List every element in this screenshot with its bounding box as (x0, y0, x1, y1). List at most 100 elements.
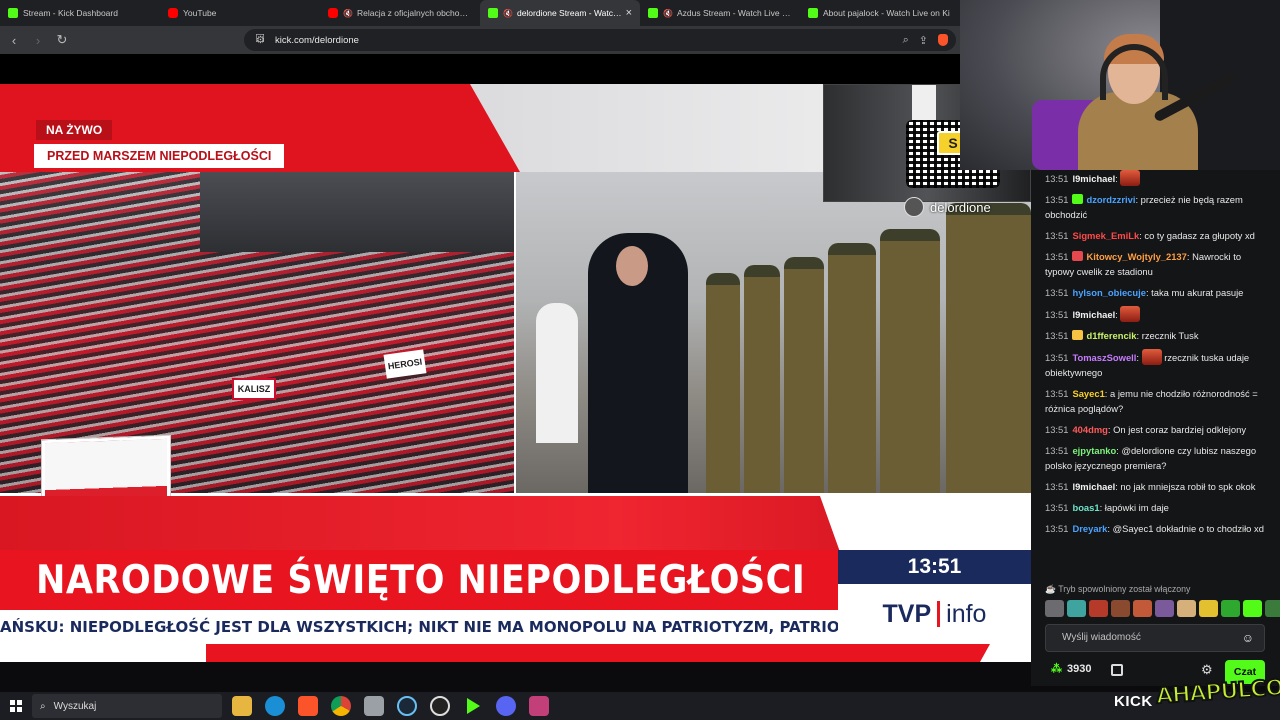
person-white-coat (536, 303, 578, 443)
channel-points[interactable]: ⁂ 3930 (1051, 662, 1091, 676)
chat-emote-icon (1120, 306, 1141, 322)
bookmark-icon[interactable]: ☐ (250, 32, 270, 45)
chat-username[interactable]: Sigmek_EmiLk (1072, 230, 1139, 241)
emote-icon[interactable] (1221, 600, 1240, 617)
muted-speaker-icon[interactable]: 🔇 (503, 9, 513, 18)
forward-arrow-icon[interactable]: › (28, 33, 48, 48)
chat-username[interactable]: Kitowcy_Wojtyly_2137 (1086, 251, 1186, 262)
tab-title: Azdus Stream - Watch Live on Ki (676, 8, 792, 18)
emote-icon[interactable] (1155, 600, 1174, 617)
chat-username[interactable]: hylson_obiecuje (1072, 287, 1145, 298)
chat-message: 13:51 Kitowcy_Wojtyly_2137: Nawrocki to t… (1045, 249, 1270, 279)
chat-username[interactable]: l9michael (1072, 173, 1115, 184)
chat-message: 13:51 l9michael: (1045, 170, 1270, 186)
kick-studio-icon[interactable] (467, 698, 480, 714)
tab-title: Relacja z oficjalnych obchodów N (356, 8, 472, 18)
reload-icon[interactable]: ↻ (52, 32, 72, 48)
chat-username[interactable]: Dreyark (1072, 523, 1107, 534)
tab-azdus[interactable]: 🔇 Azdus Stream - Watch Live on Ki (640, 0, 800, 26)
chat-message: 13:51 l9michael: no jak mniejsza robił to… (1045, 479, 1270, 494)
chrome-icon[interactable] (331, 696, 351, 716)
taskbar-search[interactable]: ⌕ Wyszukaj (32, 694, 222, 718)
chat-username[interactable]: ejpytanko (1072, 445, 1116, 456)
brave-shield-icon[interactable] (938, 33, 948, 46)
chat-message: 13:51 Sayec1: a jemu nie chodziło różnoro… (1045, 386, 1270, 416)
tab-youtube[interactable]: YouTube (160, 0, 320, 26)
message-timestamp: 13:51 (1045, 194, 1069, 205)
info-icon: ☕ (1045, 584, 1059, 594)
shopping-bag-icon (904, 197, 924, 217)
chat-settings-gear-icon[interactable]: ⚙ (1201, 662, 1213, 678)
discord-icon[interactable] (496, 696, 516, 716)
chat-username[interactable]: dzordzzrivi (1086, 194, 1135, 205)
chat-message: 13:51 404dmg: On jest coraz bardziej odkl… (1045, 422, 1270, 437)
zoom-icon[interactable]: ⌕ (903, 34, 909, 47)
emote-icon[interactable] (1243, 600, 1262, 617)
chat-username[interactable]: 404dmg (1072, 424, 1107, 435)
message-timestamp: 13:51 (1045, 352, 1069, 363)
emote-icon[interactable] (1177, 600, 1196, 617)
brave-icon[interactable] (298, 696, 318, 716)
app-icon[interactable] (529, 696, 549, 716)
kick-favicon-icon (808, 8, 818, 18)
message-timestamp: 13:51 (1045, 388, 1069, 399)
message-timestamp: 13:51 (1045, 502, 1069, 513)
logo-left-text: TVP (882, 599, 932, 628)
chat-username[interactable]: Sayec1 (1072, 388, 1104, 399)
windows-start-icon[interactable] (10, 700, 22, 712)
chat-message-input[interactable]: Wyślij wiadomość ☺ (1045, 624, 1265, 652)
tab-delordione[interactable]: 🔇 delordione Stream - Watch L × (480, 0, 640, 26)
separator: : (1136, 352, 1142, 363)
chat-message: 13:51 hylson_obiecuje: taka mu akurat pas… (1045, 285, 1270, 300)
headline-bar: NARODOWE ŚWIĘTO NIEPODLEGŁOŚCI (0, 550, 838, 610)
youtube-favicon-icon (168, 8, 178, 18)
url-text[interactable]: kick.com/delordione (275, 35, 359, 46)
tab-kick-dashboard[interactable]: Stream - Kick Dashboard (0, 0, 160, 26)
emote-icon[interactable] (1067, 600, 1086, 617)
emoji-picker-icon[interactable]: ☺ (1242, 625, 1254, 651)
graphic-red-strip (0, 496, 840, 552)
emote-icon[interactable] (1089, 600, 1108, 617)
chat-username[interactable]: l9michael (1072, 481, 1115, 492)
chat-message-list[interactable]: 13:51 l9michael: 13:51 dzordzzrivi: przeci… (1031, 170, 1280, 578)
store-icon[interactable] (1111, 664, 1123, 676)
crowd-banner: HEROSI (383, 349, 427, 379)
app-icon[interactable] (364, 696, 384, 716)
tab-title: About pajalock - Watch Live on Ki (823, 8, 950, 18)
slow-mode-text: Tryb spowolniony został włączony (1058, 584, 1191, 594)
close-tab-icon[interactable]: × (622, 7, 632, 19)
soldier (946, 203, 1031, 493)
back-arrow-icon[interactable]: ‹ (4, 33, 24, 48)
soldier (744, 265, 780, 493)
emote-icon[interactable] (1199, 600, 1218, 617)
chat-message: 13:51 TomaszSowell: rzecznik tuska udaje … (1045, 349, 1270, 380)
browser-toolbar: ‹ › ↻ ⚙ kick.com/delordione ⌕ ⇪ ☐ (0, 26, 960, 54)
headline-text: NARODOWE ŚWIĘTO NIEPODLEGŁOŚCI (36, 557, 806, 603)
tab-pajalock[interactable]: About pajalock - Watch Live on Ki (800, 0, 960, 26)
message-timestamp: 13:51 (1045, 251, 1069, 262)
muted-speaker-icon[interactable]: 🔇 (663, 9, 673, 18)
chat-username[interactable]: d1fferencik (1086, 330, 1136, 341)
building (200, 172, 514, 252)
emote-icon[interactable] (1111, 600, 1130, 617)
steam-icon[interactable] (397, 696, 417, 716)
points-icon: ⁂ (1051, 663, 1062, 675)
chat-username[interactable]: boas1 (1072, 502, 1099, 513)
obs-icon[interactable] (430, 696, 450, 716)
address-bar[interactable]: ⚙ kick.com/delordione ⌕ ⇪ (244, 29, 956, 51)
emote-icon[interactable] (1265, 600, 1280, 617)
chat-username[interactable]: TomaszSowell (1072, 352, 1136, 363)
chat-emote-icon (1141, 349, 1162, 365)
slow-mode-notice: ☕ Tryb spowolniony został włączony (1045, 584, 1190, 595)
tab-relacja[interactable]: 🔇 Relacja z oficjalnych obchodów N (320, 0, 480, 26)
emote-icon[interactable] (1045, 600, 1064, 617)
emote-icon[interactable] (1133, 600, 1152, 617)
chat-message-text: rzecznik Tusk (1141, 330, 1199, 341)
muted-speaker-icon[interactable]: 🔇 (343, 9, 353, 18)
chat-message: 13:51 ejpytanko: @delordione czy lubisz n… (1045, 443, 1270, 473)
edge-icon[interactable] (265, 696, 285, 716)
file-explorer-icon[interactable] (232, 696, 252, 716)
share-icon[interactable]: ⇪ (919, 34, 928, 47)
message-timestamp: 13:51 (1045, 424, 1069, 435)
chat-username[interactable]: l9michael (1072, 309, 1115, 320)
